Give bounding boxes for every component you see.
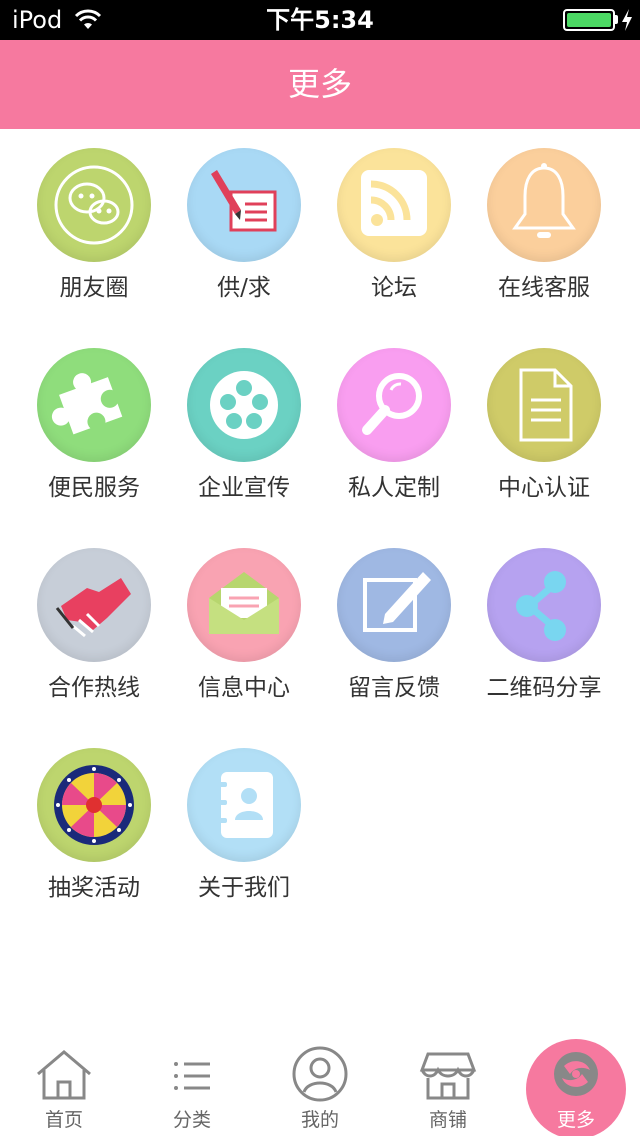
- tab-mine[interactable]: 我的: [256, 1032, 384, 1136]
- grid-icon-circle: [487, 348, 601, 462]
- tab-category[interactable]: 分类: [128, 1032, 256, 1136]
- grid-icon-circle: [337, 148, 451, 262]
- rss-icon: [361, 170, 427, 236]
- magnifier-icon: [362, 373, 422, 435]
- grid-label: 朋友圈: [59, 275, 129, 301]
- grid-item-moments[interactable]: 朋友圈: [19, 129, 169, 309]
- prize-wheel-icon: [54, 765, 134, 845]
- grid-item-hotline[interactable]: 合作热线: [19, 529, 169, 709]
- tab-label: 商铺: [428, 1109, 467, 1131]
- grid-label: 中心认证: [498, 475, 590, 501]
- grid-label: 合作热线: [48, 675, 140, 701]
- grid-icon-circle: [187, 548, 301, 662]
- grid-item-convenience[interactable]: 便民服务: [19, 329, 169, 509]
- grid-icon-circle: [487, 548, 601, 662]
- tab-label: 首页: [44, 1109, 83, 1131]
- grid-icon-circle: [337, 348, 451, 462]
- battery-fill: [567, 13, 611, 27]
- grid-icon-circle: [37, 148, 151, 262]
- grid-icon-circle: [187, 748, 301, 862]
- grid-item-about-us[interactable]: 关于我们: [169, 729, 319, 909]
- battery-tip: [615, 15, 618, 24]
- grid-label: 留言反馈: [348, 675, 440, 701]
- pen-document-icon: [211, 170, 277, 232]
- grid-icon-circle: [37, 348, 151, 462]
- grid-label: 二维码分享: [486, 675, 602, 701]
- battery-icon: [563, 9, 615, 31]
- grid-label: 在线客服: [498, 275, 590, 301]
- tab-label: 更多: [556, 1109, 595, 1131]
- grid-item-qr-share[interactable]: 二维码分享: [469, 529, 619, 709]
- grid-item-lottery[interactable]: 抽奖活动: [19, 729, 169, 909]
- grid-label: 论坛: [371, 275, 417, 301]
- puzzle-icon: [51, 373, 123, 435]
- home-icon: [37, 1050, 91, 1100]
- tab-label: 我的: [300, 1109, 339, 1131]
- grid-label: 供/求: [217, 275, 271, 301]
- grid-label: 关于我们: [198, 875, 290, 901]
- grid-label: 抽奖活动: [48, 875, 140, 901]
- grid-item-info-center[interactable]: 信息中心: [169, 529, 319, 709]
- grid-item-promotion[interactable]: 企业宣传: [169, 329, 319, 509]
- handshake-icon: [55, 578, 131, 638]
- document-icon: [519, 368, 573, 442]
- status-time: 下午5:34: [266, 6, 374, 34]
- tab-more[interactable]: 更多: [512, 1032, 640, 1136]
- grid-icon-circle: [187, 348, 301, 462]
- grid-label: 企业宣传: [198, 475, 290, 501]
- list-icon: [174, 1062, 210, 1090]
- tab-home[interactable]: 首页: [0, 1032, 128, 1136]
- grid-icon-circle: [487, 148, 601, 262]
- film-reel-icon: [210, 371, 278, 439]
- tab-bar: 首页 分类 我的 商铺 更多: [0, 1032, 640, 1136]
- grid-item-supply-demand[interactable]: 供/求: [169, 129, 319, 309]
- grid-item-certification[interactable]: 中心认证: [469, 329, 619, 509]
- grid-item-feedback[interactable]: 留言反馈: [319, 529, 469, 709]
- grid-item-forum[interactable]: 论坛: [319, 129, 469, 309]
- more-icon: [554, 1052, 598, 1096]
- page-title: 更多: [287, 65, 352, 103]
- grid-icon-circle: [337, 548, 451, 662]
- tab-label: 分类: [172, 1109, 211, 1131]
- shop-icon: [419, 1052, 477, 1100]
- edit-note-icon: [363, 572, 431, 632]
- bell-icon: [512, 163, 576, 238]
- grid-icon-circle: [37, 748, 151, 862]
- envelope-icon: [209, 572, 279, 634]
- share-icon: [516, 571, 566, 641]
- grid-label: 便民服务: [48, 475, 140, 501]
- grid-icon-circle: [187, 148, 301, 262]
- grid-label: 信息中心: [198, 675, 290, 701]
- grid-item-online-service[interactable]: 在线客服: [469, 129, 619, 309]
- status-bar: iPod 下午5:34: [0, 0, 640, 40]
- wechat-moments-icon: [54, 165, 134, 245]
- grid-icon-circle: [37, 548, 151, 662]
- user-icon: [292, 1046, 348, 1102]
- charging-bolt-icon: [622, 9, 632, 31]
- contact-book-icon: [215, 772, 273, 838]
- nav-bar: 更多: [0, 40, 640, 129]
- grid-item-custom[interactable]: 私人定制: [319, 329, 469, 509]
- tab-shop[interactable]: 商铺: [384, 1032, 512, 1136]
- grid-label: 私人定制: [348, 475, 440, 501]
